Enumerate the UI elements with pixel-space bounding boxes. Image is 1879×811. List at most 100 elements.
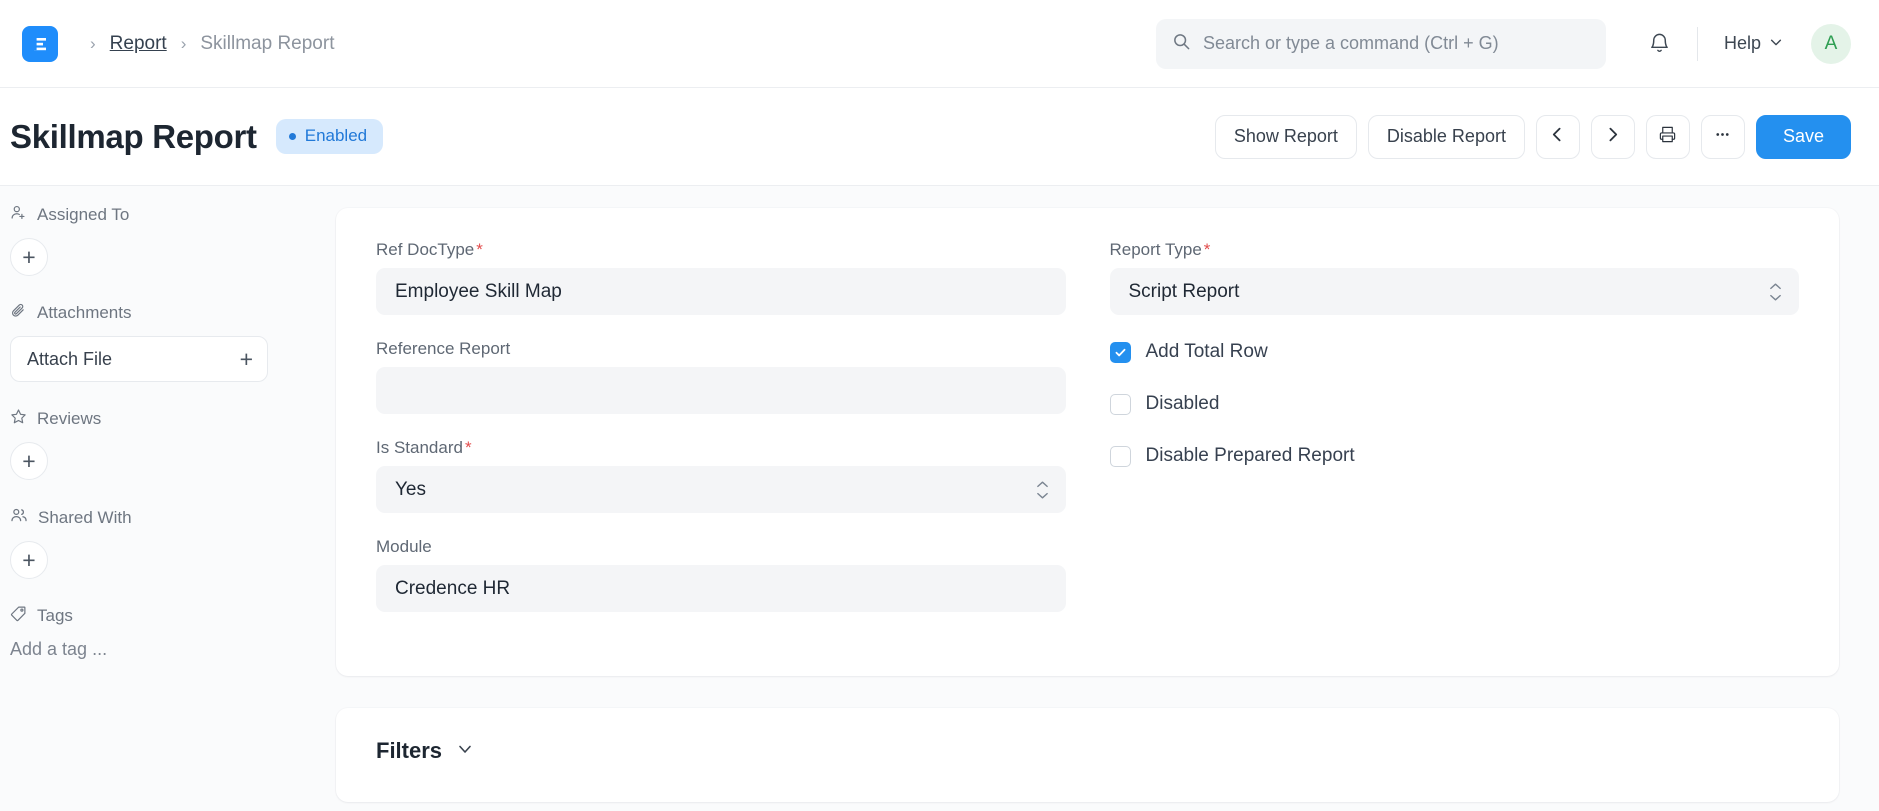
sidebar-section-attachments: Attachments Attach File + <box>10 302 296 382</box>
form-main: Ref DocType * Employee Skill Map Referenc… <box>320 186 1879 811</box>
save-button[interactable]: Save <box>1755 114 1851 159</box>
more-options-button[interactable] <box>1700 114 1745 159</box>
sidebar-section-reviews: Reviews + <box>10 408 296 480</box>
add-assignment-button[interactable]: + <box>10 238 48 276</box>
input-ref-doctype[interactable]: Employee Skill Map <box>376 268 1066 315</box>
disable-report-button[interactable]: Disable Report <box>1367 114 1525 159</box>
page-actions: Show Report Disable Report Save <box>1214 114 1851 159</box>
help-menu[interactable]: Help <box>1724 33 1783 54</box>
avatar-initial: A <box>1824 32 1838 54</box>
label-report-type: Report Type * <box>1110 240 1800 260</box>
input-reference-report[interactable] <box>376 367 1066 414</box>
plus-icon: + <box>239 345 253 372</box>
add-tag-input[interactable]: Add a tag ... <box>10 639 296 660</box>
label-reference-report: Reference Report <box>376 339 511 358</box>
paperclip-icon <box>10 302 27 324</box>
prev-document-button[interactable] <box>1535 114 1580 159</box>
checkbox-box <box>1109 445 1131 467</box>
status-badge-label: Enabled <box>304 126 368 145</box>
label-text: Report Type <box>1109 240 1202 259</box>
search-icon <box>1172 32 1191 56</box>
label-module: Module <box>376 537 432 556</box>
page-title: Skillmap Report <box>10 117 257 155</box>
erpnext-logo-icon[interactable] <box>22 25 58 62</box>
form-grid: Ref DocType * Employee Skill Map Referenc… <box>376 240 1799 636</box>
chevron-down-icon <box>1769 33 1783 54</box>
filters-section-title: Filters <box>376 738 443 763</box>
chevron-down-icon <box>456 740 474 763</box>
checkbox-add-total-row[interactable]: Add Total Row <box>1109 341 1800 363</box>
sidebar-label-attachments: Attachments <box>37 303 132 322</box>
label-text: Ref DocType <box>376 240 475 259</box>
navbar-divider <box>1696 26 1698 61</box>
field-module: Module Credence HR <box>376 537 1066 612</box>
printer-icon <box>1658 125 1677 149</box>
add-review-button[interactable]: + <box>10 442 48 480</box>
required-asterisk: * <box>464 438 472 457</box>
status-dot-icon <box>288 132 296 140</box>
checkbox-label-add-total-row: Add Total Row <box>1145 341 1268 362</box>
sidebar-section-assigned-to: Assigned To + <box>10 204 296 276</box>
checkbox-disabled[interactable]: Disabled <box>1109 393 1800 415</box>
page-body: Assigned To + Attachments Attach File + <box>0 186 1879 811</box>
tag-icon <box>10 605 27 627</box>
add-share-button[interactable]: + <box>10 541 48 579</box>
select-is-standard[interactable]: Yes <box>376 466 1066 513</box>
sidebar-label-assigned-to: Assigned To <box>37 205 130 224</box>
select-is-standard-value: Yes <box>395 478 426 500</box>
form-column-left: Ref DocType * Employee Skill Map Referenc… <box>376 240 1066 636</box>
form-sidebar: Assigned To + Attachments Attach File + <box>0 186 320 811</box>
label-text: Is Standard <box>376 438 463 457</box>
filters-section-toggle[interactable]: Filters <box>376 738 1799 764</box>
search-input[interactable]: Search or type a command (Ctrl + G) <box>1203 33 1499 54</box>
breadcrumb-item-report[interactable]: Report <box>110 33 167 55</box>
chevron-left-icon <box>1549 126 1566 148</box>
checkbox-disable-prepared-report[interactable]: Disable Prepared Report <box>1109 445 1800 467</box>
shared-with-header: Shared With <box>10 506 296 529</box>
bell-icon[interactable] <box>1648 32 1671 55</box>
sidebar-label-tags: Tags <box>37 606 73 625</box>
sidebar-label-shared-with: Shared With <box>38 507 132 527</box>
checkbox-box <box>1109 341 1131 363</box>
checkbox-label-disabled: Disabled <box>1145 393 1220 414</box>
attach-file-button[interactable]: Attach File + <box>10 336 268 382</box>
search-bar[interactable]: Search or type a command (Ctrl + G) <box>1155 18 1606 69</box>
select-chevrons-icon <box>1769 282 1782 301</box>
breadcrumb-item-current: Skillmap Report <box>200 32 335 54</box>
input-module[interactable]: Credence HR <box>376 565 1066 612</box>
status-badge[interactable]: Enabled <box>275 119 384 154</box>
breadcrumb-separator-1: › <box>90 33 96 53</box>
print-button[interactable] <box>1645 114 1690 159</box>
sidebar-section-shared-with: Shared With + <box>10 506 296 579</box>
page-titlebar: Skillmap Report Enabled Show Report Disa… <box>0 88 1879 186</box>
sidebar-label-reviews: Reviews <box>37 409 102 428</box>
chevron-right-icon <box>1604 126 1621 148</box>
ellipsis-icon <box>1713 125 1732 149</box>
show-report-button[interactable]: Show Report <box>1214 114 1357 159</box>
tags-header: Tags <box>10 605 296 627</box>
assigned-to-header: Assigned To <box>10 204 296 226</box>
field-is-standard: Is Standard * Yes <box>376 438 1066 513</box>
star-icon <box>10 408 27 430</box>
breadcrumb-separator-2: › <box>180 33 187 53</box>
help-label: Help <box>1723 33 1761 53</box>
select-report-type[interactable]: Script Report <box>1109 268 1799 315</box>
field-reference-report: Reference Report <box>376 339 1066 414</box>
field-report-type: Report Type * Script Report <box>1109 240 1800 315</box>
label-is-standard: Is Standard * <box>376 438 1066 458</box>
next-document-button[interactable] <box>1590 114 1635 159</box>
field-ref-doctype: Ref DocType * Employee Skill Map <box>376 240 1066 315</box>
attach-file-label: Attach File <box>27 348 113 369</box>
top-navbar: › Report › Skillmap Report Search or typ… <box>0 0 1879 88</box>
required-asterisk: * <box>476 240 483 259</box>
users-icon <box>10 506 28 529</box>
sidebar-section-tags: Tags Add a tag ... <box>10 605 296 660</box>
select-report-type-value: Script Report <box>1128 280 1240 302</box>
avatar[interactable]: A <box>1811 23 1851 64</box>
attachments-header: Attachments <box>10 302 296 324</box>
filters-card: Filters <box>336 708 1839 802</box>
report-details-card: Ref DocType * Employee Skill Map Referenc… <box>336 208 1839 676</box>
assign-user-icon <box>10 204 27 226</box>
checkbox-label-disable-prepared-report: Disable Prepared Report <box>1145 445 1355 466</box>
breadcrumb: › Report › Skillmap Report <box>80 33 334 55</box>
